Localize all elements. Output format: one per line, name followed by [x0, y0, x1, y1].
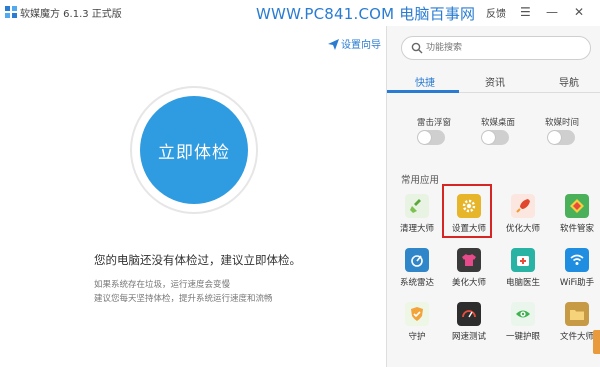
shield-icon [405, 302, 429, 326]
app-system-radar[interactable]: 系统雷达 [391, 244, 443, 296]
app-label: WiFi助手 [559, 278, 595, 288]
setup-guide-link[interactable]: 设置向导 [328, 36, 381, 51]
app-optimizer[interactable]: 优化大师 [497, 190, 549, 242]
tshirt-icon [457, 248, 481, 272]
toggle-label-float: 雷击浮窗 [417, 118, 452, 128]
app-software-manager[interactable]: 软件管家 [551, 190, 600, 242]
title-bar: 软媒魔方 6.1.3 正式版 WWW.PC841.COM 电脑百事网 反馈 ☰ … [0, 0, 600, 26]
app-eye-care[interactable]: 一键护眼 [497, 298, 549, 350]
main-panel: 设置向导 立即体检 您的电脑还没有体检过，建议立即体检。 如果系统存在垃圾，运行… [0, 26, 386, 367]
toggle-knob [482, 131, 495, 144]
medkit-icon [511, 248, 535, 272]
check-status-text: 您的电脑还没有体检过，建议立即体检。 [94, 253, 301, 267]
app-label: 系统雷达 [399, 278, 434, 288]
settings-master-highlight [442, 184, 492, 238]
toggle-float[interactable] [417, 130, 445, 145]
app-label: 清理大师 [399, 224, 434, 234]
toggle-knob [548, 131, 561, 144]
menu-icon[interactable]: ☰ [520, 5, 531, 19]
hint-line-1: 如果系统存在垃圾，运行速度会变慢 [94, 280, 231, 290]
toggle-knob [418, 131, 431, 144]
app-speed-test[interactable]: 网速测试 [443, 298, 495, 350]
check-now-button[interactable]: 立即体检 [140, 96, 248, 204]
wifi-icon [565, 248, 589, 272]
app-wifi-helper[interactable]: WiFi助手 [551, 244, 600, 296]
app-window: 软媒魔方 6.1.3 正式版 WWW.PC841.COM 电脑百事网 反馈 ☰ … [0, 0, 600, 367]
right-panel: 快捷 资讯 导航 雷击浮窗 软媒桌面 软媒时间 常用应用 清理大师 设置大师 [386, 26, 600, 367]
paper-plane-icon [328, 39, 339, 50]
app-label: 守护 [408, 332, 426, 342]
app-label: 电脑医生 [505, 278, 540, 288]
app-label: 软件管家 [559, 224, 594, 234]
feedback-link[interactable]: 反馈 [486, 5, 506, 20]
rocket-icon [511, 194, 535, 218]
hint-line-2: 建议您每天坚持体检，提升系统运行速度和流畅 [94, 294, 273, 304]
toggle-label-time: 软媒时间 [545, 118, 580, 128]
app-logo-icon [5, 6, 17, 18]
common-apps-title: 常用应用 [401, 175, 440, 186]
app-label: 优化大师 [505, 224, 540, 234]
watermark-text: WWW.PC841.COM 电脑百事网 [256, 5, 476, 23]
radar-icon [405, 248, 429, 272]
speedometer-icon [457, 302, 481, 326]
app-label: 一键护眼 [505, 332, 540, 342]
box-icon [565, 194, 589, 218]
search-box[interactable] [401, 36, 591, 60]
toggle-desktop[interactable] [481, 130, 509, 145]
broom-icon [405, 194, 429, 218]
app-label: 美化大师 [451, 278, 486, 288]
minimize-icon[interactable]: — [546, 5, 558, 19]
search-input[interactable] [426, 40, 582, 56]
tab-news[interactable]: 资讯 [485, 74, 505, 89]
search-icon [411, 42, 423, 54]
app-cleaner[interactable]: 清理大师 [391, 190, 443, 242]
close-icon[interactable]: ✕ [574, 5, 584, 19]
side-badge [593, 330, 600, 354]
setup-guide-label: 设置向导 [341, 40, 381, 51]
tab-navigation[interactable]: 导航 [559, 74, 579, 89]
toggle-label-desktop: 软媒桌面 [481, 118, 516, 128]
window-title: 软媒魔方 6.1.3 正式版 [20, 9, 122, 20]
app-pc-doctor[interactable]: 电脑医生 [497, 244, 549, 296]
app-label: 网速测试 [451, 332, 486, 342]
app-guard[interactable]: 守护 [391, 298, 443, 350]
folder-icon [565, 302, 589, 326]
app-beautify[interactable]: 美化大师 [443, 244, 495, 296]
active-tab-indicator [387, 90, 459, 93]
eye-icon [511, 302, 535, 326]
toggle-time[interactable] [547, 130, 575, 145]
tab-shortcuts[interactable]: 快捷 [415, 74, 435, 89]
